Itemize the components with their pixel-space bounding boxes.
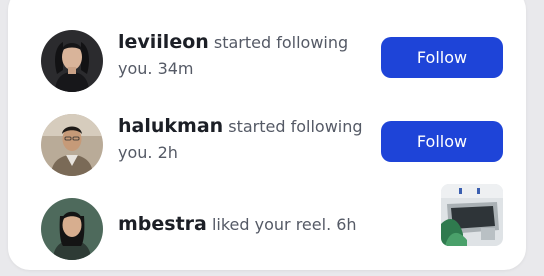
notification-card: leviileon started following you. 34m Fol… <box>8 0 526 270</box>
reel-thumbnail[interactable] <box>441 184 503 246</box>
person-avatar-icon <box>41 30 103 92</box>
person-avatar-icon <box>41 198 103 260</box>
notification-time: you. 2h <box>118 143 178 162</box>
notification-time: you. 34m <box>118 59 194 78</box>
reel-thumbnail-icon <box>441 184 503 246</box>
notification-action: liked your reel. <box>211 215 332 234</box>
follow-button[interactable]: Follow <box>381 37 503 78</box>
username[interactable]: leviileon <box>118 31 209 53</box>
notification-action: started following <box>228 117 363 136</box>
username[interactable]: halukman <box>118 115 223 137</box>
avatar[interactable] <box>41 198 103 260</box>
notification-text: halukman started following you. 2h <box>118 113 368 166</box>
person-avatar-icon <box>41 114 103 176</box>
notification-time: 6h <box>336 215 357 234</box>
notification-row-like[interactable]: mbestra liked your reel. 6h <box>8 184 526 264</box>
username[interactable]: mbestra <box>118 213 207 235</box>
notification-row-follow-1[interactable]: leviileon started following you. 34m Fol… <box>8 26 526 96</box>
notification-row-follow-2[interactable]: halukman started following you. 2h Follo… <box>8 110 526 180</box>
notification-text: mbestra liked your reel. 6h <box>118 211 368 238</box>
notification-action: started following <box>213 33 349 52</box>
follow-button[interactable]: Follow <box>381 121 503 162</box>
avatar[interactable] <box>41 30 103 92</box>
notification-text: leviileon started following you. 34m <box>118 29 368 82</box>
avatar[interactable] <box>41 114 103 176</box>
